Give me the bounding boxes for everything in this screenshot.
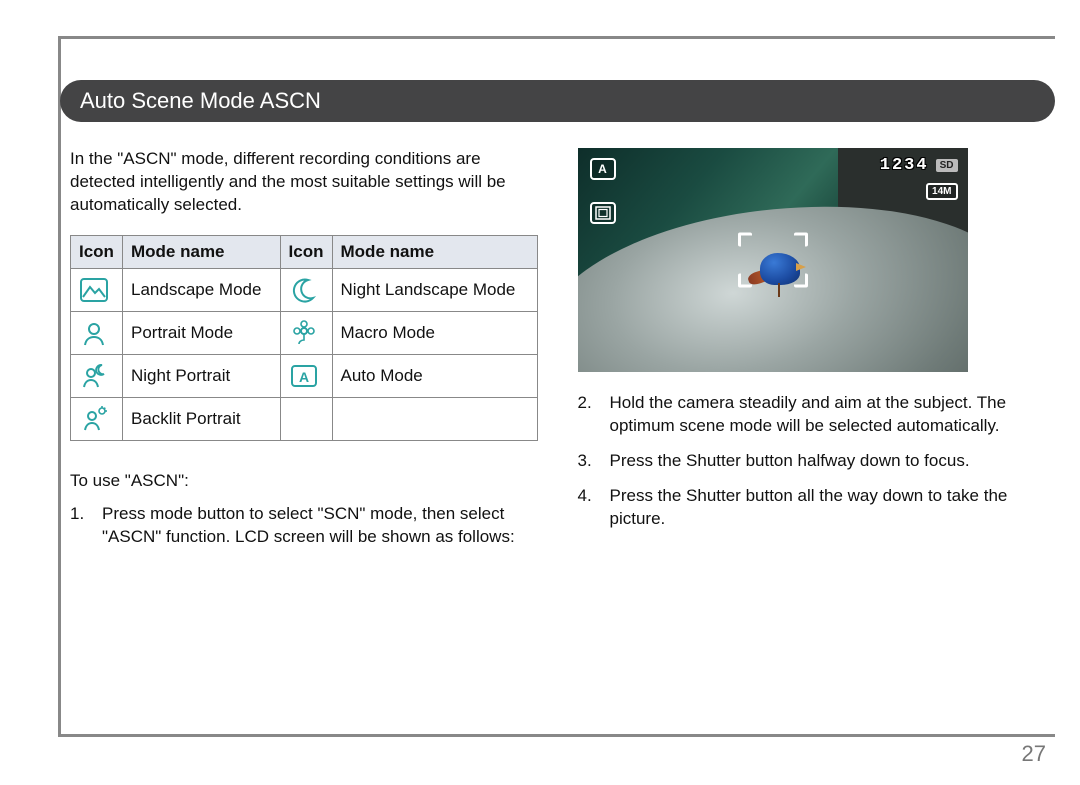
osd-single-shot-icon [590,202,616,224]
to-use-subhead: To use "ASCN": [70,471,538,491]
col-header-modename: Mode name [123,235,281,268]
step-number: 1. [70,503,88,549]
svg-text:A: A [298,369,308,385]
osd-counter-row: 1234 SD [880,156,958,175]
step-text: Press the Shutter button halfway down to… [610,450,970,473]
landscape-icon [79,275,109,305]
lcd-preview: A 1234 SD 14M [578,148,968,372]
intro-paragraph: In the "ASCN" mode, different recording … [70,148,538,217]
osd-top-right: 1234 SD 14M [880,156,958,200]
section-heading: Auto Scene Mode ASCN [60,80,1055,122]
moon-icon [289,275,319,305]
step-2: 2. Hold the camera steadily and aim at t… [578,392,1046,438]
table-header-row: Icon Mode name Icon Mode name [71,235,538,268]
step-number: 3. [578,450,596,473]
night-portrait-icon [79,361,109,391]
step-number: 2. [578,392,596,438]
page-border-bottom [58,734,1055,737]
steps-list-left: 1. Press mode button to select "SCN" mod… [70,503,538,549]
osd-top-left-icons: A [590,158,616,224]
cell-mode-name [332,397,537,440]
portrait-icon [79,318,109,348]
osd-auto-mode-icon: A [590,158,616,180]
auto-a-icon: A [289,361,319,391]
table-row: Landscape Mode Night Landscape Mode [71,268,538,311]
step-3: 3. Press the Shutter button halfway down… [578,450,1046,473]
page-border-left [58,36,61,737]
cell-mode-name: Night Landscape Mode [332,268,537,311]
cell-mode-name: Backlit Portrait [123,397,281,440]
table-row: Backlit Portrait [71,397,538,440]
cell-mode-name: Auto Mode [332,354,537,397]
cell-mode-name: Night Portrait [123,354,281,397]
step-text: Press mode button to select "SCN" mode, … [102,503,538,549]
cell-mode-name: Portrait Mode [123,311,281,354]
content-columns: In the "ASCN" mode, different recording … [70,148,1045,561]
cell-mode-name: Macro Mode [332,311,537,354]
cell-mode-name: Landscape Mode [123,268,281,311]
left-column: In the "ASCN" mode, different recording … [70,148,538,561]
steps-list-right: 2. Hold the camera steadily and aim at t… [578,392,1046,531]
step-text: Hold the camera steadily and aim at the … [610,392,1046,438]
step-1: 1. Press mode button to select "SCN" mod… [70,503,538,549]
modes-table: Icon Mode name Icon Mode name Landscape … [70,235,538,441]
backlit-portrait-icon [79,404,109,434]
col-header-icon: Icon [280,235,332,268]
right-column: A 1234 SD 14M 2. Hold the camera steadil… [578,148,1046,561]
flower-icon [289,318,319,348]
sd-card-icon: SD [936,159,958,172]
table-row: Portrait Mode Macro Mode [71,311,538,354]
page-number: 27 [1022,741,1046,767]
step-text: Press the Shutter button all the way dow… [610,485,1046,531]
col-header-modename: Mode name [332,235,537,268]
focus-bracket-icon [738,233,808,288]
page-border-top [58,36,1055,39]
step-number: 4. [578,485,596,531]
osd-shot-counter: 1234 [880,156,929,175]
table-row: Night Portrait A Auto Mode [71,354,538,397]
osd-resolution-badge: 14M [926,183,957,200]
step-4: 4. Press the Shutter button all the way … [578,485,1046,531]
col-header-icon: Icon [71,235,123,268]
